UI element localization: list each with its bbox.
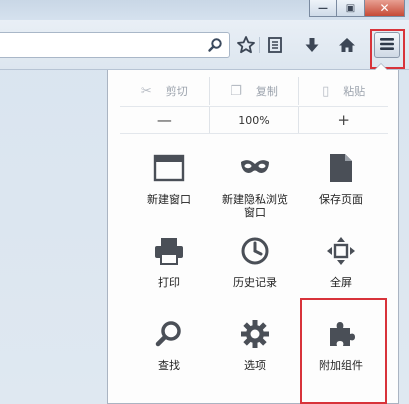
zoom-out-symbol: — [156, 111, 172, 129]
options-label: 选项 [244, 359, 266, 372]
zoom-in-button[interactable]: + [298, 107, 388, 133]
url-bar[interactable] [0, 32, 230, 58]
cut-label: 剪切 [165, 85, 188, 98]
fullscreen-button[interactable]: 全屏 [297, 235, 385, 289]
bookmark-list-icon[interactable] [264, 34, 286, 56]
navigation-toolbar [0, 20, 409, 70]
window-controls: — ▣ ✕ [309, 0, 405, 18]
gear-icon [239, 318, 271, 350]
new-private-window-button[interactable]: 新建隐私浏览 窗口 [211, 152, 299, 219]
magnifier-icon[interactable] [207, 37, 223, 53]
print-label: 打印 [158, 276, 180, 289]
scissors-icon: ✂ [140, 83, 152, 99]
paste-label: 粘贴 [343, 85, 366, 98]
copy-icon: ❐ [230, 83, 242, 99]
print-button[interactable]: 打印 [125, 235, 213, 289]
options-button[interactable]: 选项 [211, 318, 299, 372]
history-button[interactable]: 历史记录 [211, 235, 299, 289]
addons-highlight-box [300, 298, 387, 404]
copy-button[interactable]: ❐ 复制 [208, 77, 299, 105]
maximize-button[interactable]: ▣ [337, 0, 365, 17]
close-button[interactable]: ✕ [365, 0, 405, 17]
save-page-button[interactable]: 保存页面 [297, 152, 385, 206]
fullscreen-icon [325, 235, 357, 267]
new-window-icon [153, 152, 185, 184]
zoom-reset-button[interactable]: 100% [208, 107, 299, 133]
minimize-button[interactable]: — [309, 0, 337, 17]
save-page-icon [325, 152, 357, 184]
history-label: 历史记录 [233, 276, 277, 289]
printer-icon [153, 235, 185, 267]
zoom-controls-row: — 100% + [120, 106, 388, 134]
window-titlebar: — ▣ ✕ [0, 0, 409, 20]
download-arrow-icon[interactable] [301, 34, 323, 56]
home-icon[interactable] [336, 34, 358, 56]
new-private-window-label: 新建隐私浏览 窗口 [222, 193, 288, 219]
clipboard-icon: ▯ [322, 83, 330, 99]
zoom-out-button[interactable]: — [120, 107, 209, 133]
find-icon [153, 318, 185, 350]
fullscreen-label: 全屏 [330, 276, 352, 289]
zoom-in-symbol: + [337, 111, 350, 129]
toolbar-separator [259, 37, 260, 53]
clock-icon [239, 235, 271, 267]
cut-button[interactable]: ✂ 剪切 [120, 77, 209, 105]
private-mask-icon [239, 152, 271, 184]
edit-controls-row: ✂ 剪切 ❐ 复制 ▯ 粘贴 [120, 77, 388, 105]
star-icon[interactable] [235, 34, 257, 56]
paste-button[interactable]: ▯ 粘贴 [298, 77, 388, 105]
new-window-button[interactable]: 新建窗口 [125, 152, 213, 206]
zoom-level: 100% [238, 113, 270, 127]
find-label: 查找 [158, 359, 180, 372]
save-page-label: 保存页面 [319, 193, 363, 206]
new-window-label: 新建窗口 [147, 193, 191, 206]
find-button[interactable]: 查找 [125, 318, 213, 372]
copy-label: 复制 [255, 85, 278, 98]
